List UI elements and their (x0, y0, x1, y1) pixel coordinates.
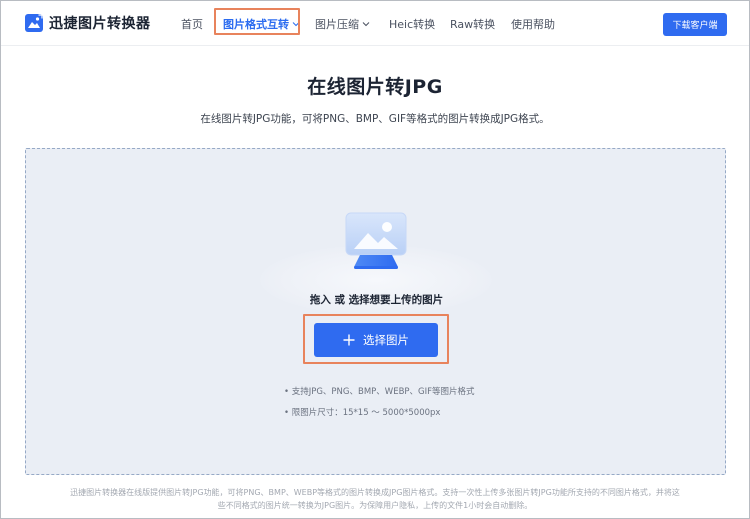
image-upload-icon (345, 212, 407, 269)
highlight-box-nav (214, 8, 300, 35)
highlight-box-button (303, 314, 449, 364)
footer-line-1: 迅捷图片转换器在线版提供图片转JPG功能，可将PNG、BMP、WEBP等格式的图… (70, 488, 680, 497)
nav-item-heic[interactable]: Heic转换 (389, 16, 435, 32)
supported-formats-note: • 支持JPG、PNG、BMP、WEBP、GIF等图片格式 (284, 387, 475, 397)
page-title: 在线图片转JPG (307, 76, 443, 98)
drag-hint: 拖入 或 选择想要上传的图片 (309, 294, 444, 306)
top-header: 迅捷图片转换器 首页 图片格式互转 图片压缩 Heic转换 Raw转换 使用帮助… (1, 1, 749, 46)
nav-item-label: 图片压缩 (315, 18, 359, 31)
footer-line-2: 些不同格式的图片统一转换为JPG图片。为保障用户隐私，上传的文件1小时会自动删除… (217, 501, 533, 510)
footer-description: 迅捷图片转换器在线版提供图片转JPG功能，可将PNG、BMP、WEBP等格式的图… (40, 486, 710, 512)
nav-item-help[interactable]: 使用帮助 (511, 16, 555, 32)
logo-icon (25, 14, 43, 32)
logo-text: 迅捷图片转换器 (49, 16, 151, 32)
upload-dropzone[interactable]: 拖入 或 选择想要上传的图片 选择图片 • 支持JPG、PNG、BMP、WEBP… (25, 148, 726, 475)
download-client-button[interactable]: 下载客户端 (663, 13, 727, 36)
logo[interactable]: 迅捷图片转换器 (25, 13, 151, 33)
size-limit-note: • 限图片尺寸：15*15 ～ 5000*5000px (284, 408, 441, 418)
page-subtitle: 在线图片转JPG功能，可将PNG、BMP、GIF等格式的图片转换成JPG格式。 (200, 113, 550, 125)
chevron-down-icon (362, 22, 370, 27)
nav-item-home[interactable]: 首页 (181, 16, 203, 32)
nav-item-compress[interactable]: 图片压缩 (315, 16, 370, 32)
nav-item-raw[interactable]: Raw转换 (450, 16, 495, 32)
